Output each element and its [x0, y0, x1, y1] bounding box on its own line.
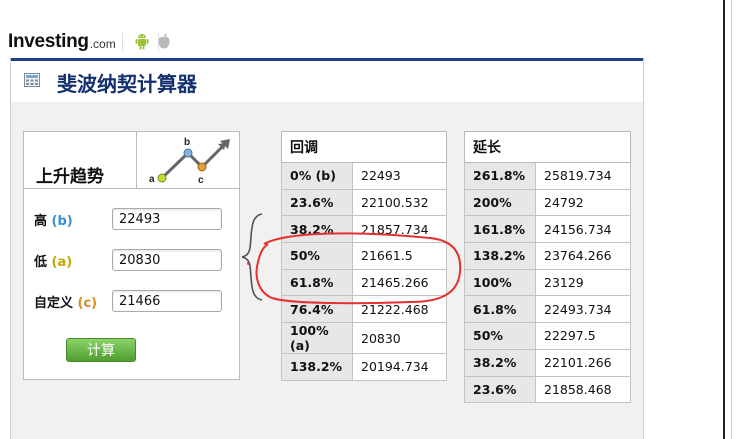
retracement-value: 20830	[352, 322, 447, 355]
extension-level: 200%	[464, 188, 536, 217]
high-input[interactable]	[112, 208, 222, 230]
extension-value: 24792	[535, 188, 631, 217]
divider	[122, 33, 123, 51]
table-row: 61.8% 22493.734	[464, 295, 631, 324]
low-label-tag: (a)	[51, 254, 73, 270]
extension-level: 100%	[464, 268, 536, 297]
high-label-text: 高	[34, 213, 52, 229]
table-row: 38.2% 21857.734	[281, 215, 447, 244]
retracement-value: 21465.266	[352, 268, 447, 297]
retracement-level: 138.2%	[281, 353, 353, 381]
low-field-row: 低 (a)	[34, 249, 222, 271]
custom-label-text: 自定义	[34, 295, 78, 311]
table-row: 200% 24792	[464, 188, 631, 217]
calculate-button[interactable]: 计算	[66, 338, 136, 362]
table-header-row: 回调	[281, 131, 447, 163]
table-row: 261.8% 25819.734	[464, 162, 631, 190]
table-row: 38.2% 22101.266	[464, 348, 631, 377]
table-row: 50% 21661.5	[281, 242, 447, 270]
custom-input[interactable]	[112, 290, 222, 312]
panel-header: 斐波纳契计算器	[11, 58, 643, 102]
extension-level: 138.2%	[464, 242, 536, 270]
retracement-value: 21857.734	[352, 215, 447, 244]
extension-level: 38.2%	[464, 348, 536, 377]
custom-label-tag: (c)	[77, 295, 98, 311]
table-row: 23.6% 21858.468	[464, 375, 631, 404]
point-a-label: a	[149, 174, 155, 185]
window-edge	[731, 0, 732, 439]
window-edge	[723, 0, 725, 439]
divider	[24, 188, 239, 189]
android-icon[interactable]	[135, 32, 149, 50]
point-b-label: b	[184, 137, 190, 148]
retracement-value: 20194.734	[352, 353, 447, 381]
platform-icons	[135, 32, 171, 50]
extension-level: 261.8%	[464, 162, 536, 190]
extension-table: 延长 261.8% 25819.734 200% 24792 161.8% 24156…	[464, 131, 631, 404]
brace-connector	[241, 213, 263, 301]
retracement-level: 76.4%	[281, 295, 353, 324]
retracement-value: 22493	[352, 162, 447, 190]
retracement-level: 61.8%	[281, 268, 353, 297]
extension-value: 21858.468	[535, 375, 631, 404]
table-row: 100% (a) 20830	[281, 322, 447, 355]
table-row: 61.8% 21465.266	[281, 268, 447, 297]
retracement-level: 38.2%	[281, 215, 353, 244]
low-label-text: 低	[34, 254, 52, 270]
input-form: 上升趋势 a b c 高 (b) 低 (a) 自定义 (c) 计算	[23, 131, 240, 380]
high-label-tag: (b)	[51, 213, 73, 229]
table-row: 161.8% 24156.734	[464, 215, 631, 244]
brand-name: Investing	[8, 31, 89, 52]
table-row: 76.4% 21222.468	[281, 295, 447, 324]
table-row: 100% 23129	[464, 268, 631, 297]
high-label: 高 (b)	[34, 210, 112, 229]
page-title: 斐波纳契计算器	[57, 72, 197, 96]
high-field-row: 高 (b)	[34, 208, 222, 230]
calculator-icon	[24, 73, 40, 87]
point-c-label: c	[198, 175, 204, 186]
brand-logo[interactable]: Investing .com	[8, 28, 116, 56]
trend-type-label[interactable]: 上升趋势	[36, 162, 104, 187]
extension-value: 23129	[535, 268, 631, 297]
extension-level: 50%	[464, 322, 536, 350]
extension-value: 22493.734	[535, 295, 631, 324]
extension-level: 161.8%	[464, 215, 536, 244]
extension-level: 23.6%	[464, 375, 536, 404]
retracement-level: 23.6%	[281, 188, 353, 217]
retracement-level: 100% (a)	[281, 322, 353, 355]
retracement-table: 回调 0% (b) 22493 23.6% 22100.532 38.2% 21857…	[281, 131, 447, 381]
table-row: 23.6% 22100.532	[281, 188, 447, 217]
extension-value: 22297.5	[535, 322, 631, 350]
uptrend-diagram-icon[interactable]: a b c	[140, 134, 238, 186]
retracement-value: 21222.468	[352, 295, 447, 324]
extension-value: 22101.266	[535, 348, 631, 377]
table-row: 138.2% 20194.734	[281, 353, 447, 381]
apple-icon[interactable]	[157, 32, 171, 50]
low-label: 低 (a)	[34, 251, 112, 270]
extension-value: 25819.734	[535, 162, 631, 190]
extension-level: 61.8%	[464, 295, 536, 324]
brand-suffix: .com	[89, 37, 116, 51]
custom-label: 自定义 (c)	[34, 292, 112, 311]
table-row: 138.2% 23764.266	[464, 242, 631, 270]
retracement-value: 21661.5	[352, 242, 447, 270]
retracement-value: 22100.532	[352, 188, 447, 217]
retracement-header: 回调	[281, 131, 447, 163]
retracement-level: 0% (b)	[281, 162, 353, 190]
extension-value: 24156.734	[535, 215, 631, 244]
annotation-dot	[247, 262, 250, 265]
table-row: 0% (b) 22493	[281, 162, 447, 190]
low-input[interactable]	[112, 249, 222, 271]
custom-field-row: 自定义 (c)	[34, 290, 222, 312]
divider	[136, 132, 137, 188]
extension-header: 延长	[464, 131, 631, 163]
retracement-level: 50%	[281, 242, 353, 270]
divider	[158, 33, 159, 51]
table-row: 50% 22297.5	[464, 322, 631, 350]
table-header-row: 延长	[464, 131, 631, 163]
extension-value: 23764.266	[535, 242, 631, 270]
